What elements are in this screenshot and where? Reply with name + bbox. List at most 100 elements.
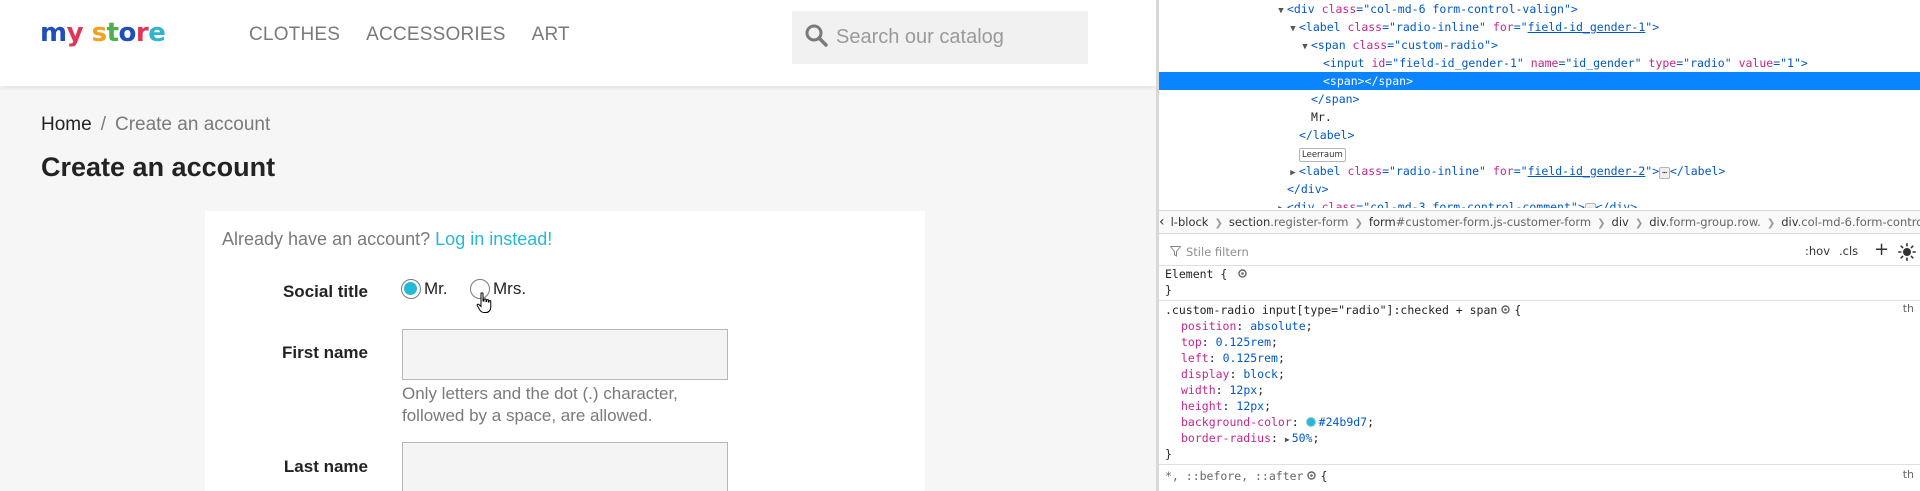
css-colon: : (1236, 319, 1251, 333)
css-colon: : (1229, 367, 1244, 381)
css-declaration[interactable]: width: 12px; (1181, 382, 1264, 398)
css-declaration[interactable]: position: absolute; (1181, 318, 1313, 334)
hov-toggle-button[interactable]: :hov (1805, 244, 1830, 258)
html-attr-link[interactable]: field-id_gender-1 (1528, 20, 1646, 34)
css-property-name[interactable]: top (1181, 335, 1202, 349)
css-property-value[interactable]: 0.125rem (1216, 335, 1271, 349)
element-rule-selector[interactable]: Element { (1165, 266, 1251, 282)
cls-toggle-button[interactable]: .cls (1839, 244, 1858, 258)
dom-node[interactable]: </div> (1159, 180, 1920, 198)
dom-node[interactable]: Mr. (1159, 108, 1920, 126)
dom-breadcrumb-item[interactable]: form#customer-form.js-customer-form (1369, 215, 1591, 229)
css-property-name[interactable]: display (1181, 367, 1229, 381)
light-theme-icon[interactable] (1898, 243, 1916, 261)
css-colon: : (1201, 335, 1216, 349)
already-account-label: Already have an account? (222, 229, 431, 249)
dom-breadcrumb-class: .col-md-6.form-contro (1797, 215, 1920, 229)
universal-selector-text: *, ::before, ::after (1165, 469, 1304, 483)
html-tag-text: > (1652, 20, 1660, 34)
css-declaration[interactable]: top: 0.125rem; (1181, 334, 1278, 350)
dom-node[interactable]: ▼ <span class="custom-radio"> (1159, 36, 1920, 54)
dom-node[interactable]: </span> (1159, 90, 1920, 108)
html-tag-text: = (1513, 20, 1521, 34)
css-declaration[interactable]: height: 12px; (1181, 398, 1271, 414)
rule-close-brace: } (1165, 447, 1172, 461)
css-property-name[interactable]: border-radius (1181, 431, 1271, 445)
expand-arrow-icon[interactable]: ▶ (1285, 435, 1290, 444)
dom-breadcrumb-item[interactable]: div.col-md-6.form-contro (1781, 215, 1920, 229)
universal-rule-selector[interactable]: *, ::before, ::after { (1165, 468, 1327, 484)
nav-item-clothes[interactable]: CLOTHES (249, 24, 340, 46)
dom-node[interactable]: </label> (1159, 126, 1920, 144)
gear-icon[interactable] (1306, 470, 1317, 481)
radio-mr[interactable]: Mr. (401, 279, 448, 299)
html-tag-text: = (1382, 20, 1390, 34)
css-property-name[interactable]: height (1181, 399, 1223, 413)
html-attr-link[interactable]: field-id_gender-2 (1528, 164, 1646, 178)
styles-filter-input[interactable] (1186, 242, 1686, 262)
logo-letter: o (118, 18, 137, 48)
rule-source-link[interactable]: th (1903, 302, 1914, 315)
dom-node[interactable]: <input id="field-id_gender-1" name="id_g… (1159, 54, 1920, 72)
expand-arrow-icon[interactable]: ▶ (1275, 200, 1287, 208)
nav-item-art[interactable]: ART (532, 24, 570, 46)
css-property-name[interactable]: width (1181, 383, 1216, 397)
css-property-value[interactable]: 50% (1292, 431, 1313, 445)
css-declaration[interactable]: background-color: #24b9d7; (1181, 414, 1374, 430)
rule-selector-text: .custom-radio input[type="radio"]:checke… (1165, 303, 1498, 317)
logo-letter: e (148, 18, 166, 48)
html-attr-name: for (1492, 164, 1514, 178)
dom-breadcrumb-item[interactable]: section.register-form (1229, 215, 1349, 229)
nav-item-accessories[interactable]: ACCESSORIES (366, 24, 505, 46)
css-declaration[interactable]: border-radius: ▶ 50%; (1181, 430, 1319, 446)
styles-filter-bar: :hov .cls + (1159, 238, 1920, 266)
dom-breadcrumb-item[interactable]: div.form-group.row. (1649, 215, 1761, 229)
radio-mr-button[interactable] (401, 279, 421, 299)
add-rule-button[interactable]: + (1874, 239, 1889, 260)
breadcrumb-home[interactable]: Home (41, 114, 92, 135)
gear-icon[interactable] (1237, 268, 1248, 279)
dom-node[interactable]: ▼ <label class="radio-inline" for="field-… (1159, 18, 1920, 36)
search-box[interactable] (792, 11, 1088, 64)
login-instead-link[interactable]: Log in instead! (435, 229, 552, 249)
css-declaration[interactable]: display: block; (1181, 366, 1285, 382)
css-semicolon: ; (1257, 383, 1265, 397)
store-logo[interactable]: my store (40, 18, 166, 48)
search-input[interactable] (836, 11, 1076, 64)
css-semicolon: ; (1312, 431, 1320, 445)
css-property-value[interactable]: #24b9d7 (1319, 415, 1367, 429)
css-property-value[interactable]: 12px (1229, 383, 1257, 397)
html-tag-text: > (1570, 2, 1578, 16)
collapsed-content-badge[interactable]: ⋯ (1659, 167, 1670, 179)
register-form-card: Already have an account? Log in instead!… (205, 211, 925, 491)
last-name-field[interactable] (402, 442, 728, 491)
dom-node[interactable]: ▼ <div class="col-md-6 form-control-valig… (1159, 0, 1920, 18)
dom-breadcrumb-item[interactable]: div (1612, 215, 1629, 229)
dom-breadcrumb-item[interactable]: l-block (1171, 215, 1209, 229)
checked-span-rule-selector[interactable]: .custom-radio input[type="radio"]:checke… (1165, 302, 1521, 318)
gear-icon[interactable] (1500, 304, 1511, 315)
first-name-field[interactable] (402, 329, 728, 380)
dom-breadcrumb-tag: div (1781, 215, 1798, 229)
css-property-value[interactable]: 0.125rem (1223, 351, 1278, 365)
dom-node[interactable]: ▶ <label class="radio-inline" for="field-… (1159, 162, 1920, 180)
html-tag-text: <label (1299, 164, 1348, 178)
css-property-value[interactable]: block (1243, 367, 1278, 381)
universal-source-link[interactable]: th (1903, 468, 1914, 481)
search-icon[interactable] (804, 23, 830, 49)
dom-node[interactable]: ▶<div class="col-md-3 form-control-comme… (1159, 198, 1920, 208)
css-property-value[interactable]: absolute (1250, 319, 1305, 333)
css-property-value[interactable]: 12px (1236, 399, 1264, 413)
css-declaration[interactable]: left: 0.125rem; (1181, 350, 1285, 366)
css-property-name[interactable]: position (1181, 319, 1236, 333)
html-attr-value: "custom-radio" (1394, 38, 1492, 52)
css-semicolon: ; (1271, 335, 1278, 349)
dom-node[interactable]: Leerraum (1159, 144, 1920, 162)
collapsed-content-badge[interactable]: ⋯ (1584, 203, 1596, 208)
html-tag-text: </label> (1669, 164, 1726, 178)
first-name-label: First name (282, 343, 368, 362)
color-swatch-icon[interactable] (1305, 417, 1316, 427)
css-property-name[interactable]: background-color (1181, 415, 1292, 429)
css-property-name[interactable]: left (1181, 351, 1209, 365)
dom-node-selected[interactable]: <span></span> (1159, 72, 1920, 90)
